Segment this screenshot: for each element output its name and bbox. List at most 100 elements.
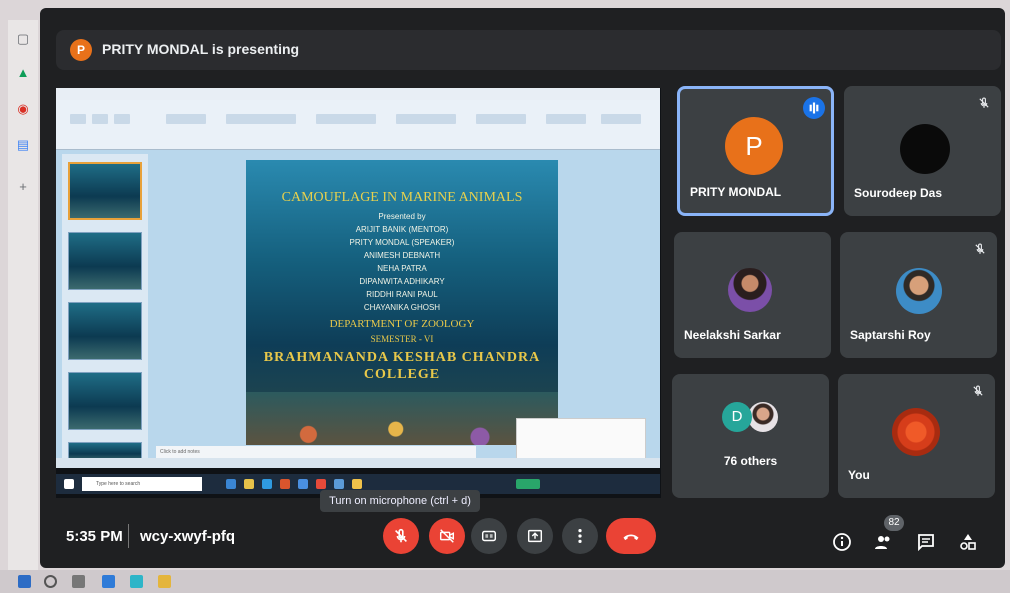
presenting-banner: P PRITY MONDAL is presenting [56, 30, 1001, 70]
slide-line: NEHA PATRA [377, 264, 427, 273]
slide-line: ANIMESH DEBNATH [363, 251, 441, 260]
captions-icon [481, 530, 497, 542]
participant-avatar: P [725, 117, 783, 175]
tab-icon[interactable]: ▢ [16, 32, 30, 46]
ribbon-button [601, 114, 641, 124]
windows-start-icon[interactable] [18, 575, 31, 588]
ribbon-button [92, 114, 108, 124]
chat-icon[interactable] [916, 532, 936, 552]
task-view-icon[interactable] [72, 575, 85, 588]
camera-button[interactable] [429, 518, 465, 554]
notes-pane[interactable]: Click to add notes [156, 446, 476, 458]
camera-off-icon [439, 529, 455, 543]
browser-sidebar: ▢ ▲ ◉ ▤ + [8, 20, 38, 580]
activities-icon[interactable] [958, 532, 978, 552]
slide-thumbnail[interactable] [68, 162, 142, 220]
participant-avatar [896, 268, 942, 314]
slide-line: CHAYANIKA GHOSH [363, 303, 441, 312]
app-icon [262, 479, 272, 489]
mic-tooltip: Turn on microphone (ctrl + d) [320, 490, 480, 512]
add-icon[interactable]: + [16, 180, 30, 194]
participant-avatar [900, 124, 950, 174]
participant-tile[interactable]: Sourodeep Das [844, 86, 1001, 216]
powerpoint-window: CAMOUFLAGE IN MARINE ANIMALS Presented b… [56, 88, 660, 468]
captions-button[interactable] [471, 518, 507, 554]
participant-name: You [848, 468, 870, 482]
hang-up-icon [623, 534, 639, 541]
participant-tile[interactable]: Saptarshi Roy [840, 232, 997, 358]
app-icon [316, 479, 326, 489]
ppt-ribbon [56, 100, 660, 150]
slide-thumbnail[interactable] [68, 232, 142, 290]
windows-taskbar [0, 570, 1010, 593]
folder-icon [244, 479, 254, 489]
slide-department: DEPARTMENT OF ZOOLOGY [329, 318, 475, 330]
chrome-icon [334, 479, 344, 489]
slide-college: COLLEGE [363, 367, 441, 382]
leave-call-button[interactable] [606, 518, 656, 554]
app-icon[interactable] [130, 575, 143, 588]
participant-name: Saptarshi Roy [850, 328, 931, 342]
slide-canvas: CAMOUFLAGE IN MARINE ANIMALS Presented b… [246, 160, 558, 445]
microphone-button[interactable] [383, 518, 419, 554]
powerpoint-icon [280, 479, 290, 489]
mic-off-icon [973, 385, 983, 396]
mic-off-icon [395, 528, 407, 543]
edge-icon[interactable] [102, 575, 115, 588]
windows-icon [64, 479, 74, 489]
present-button[interactable] [517, 518, 553, 554]
participant-name: PRITY MONDAL [690, 185, 782, 199]
participant-avatar [728, 268, 772, 312]
slide-semester: SEMESTER - VI [370, 334, 434, 344]
slide-college: BRAHMANANDA KESHAB CHANDRA [263, 350, 541, 365]
app-icon [226, 479, 236, 489]
participant-tile[interactable]: D 76 others [672, 374, 829, 498]
slide-line: RIDDHI RANI PAUL [366, 290, 438, 299]
mic-off-icon [975, 243, 985, 254]
meeting-code: wcy-xwyf-pfq [140, 528, 236, 545]
people-count-badge: 82 [884, 515, 904, 531]
participant-avatar [892, 408, 940, 456]
participant-name: Sourodeep Das [854, 186, 943, 200]
app-icon [298, 479, 308, 489]
ribbon-button [70, 114, 86, 124]
ribbon-button [226, 114, 296, 124]
meeting-info-icon[interactable] [832, 532, 852, 552]
ribbon-button [396, 114, 456, 124]
slide-line: Presented by [378, 212, 426, 221]
participant-avatar [748, 402, 778, 432]
presenter-avatar: P [70, 39, 92, 61]
people-icon[interactable] [873, 532, 893, 552]
participant-tile[interactable]: Neelakshi Sarkar [674, 232, 831, 358]
slide-line: DIPANWITA ADHIKARY [359, 277, 445, 286]
participant-tile[interactable]: P PRITY MONDAL [677, 86, 834, 216]
speaking-icon [803, 97, 825, 119]
mic-off-icon [979, 97, 989, 108]
drive-icon[interactable]: ▲ [16, 66, 30, 80]
participant-avatar: D [722, 402, 752, 432]
app-icon [352, 479, 362, 489]
ppt-titlebar [56, 88, 660, 100]
more-vert-icon [578, 528, 582, 544]
more-options-button[interactable] [562, 518, 598, 554]
shared-search-box: Type here to search [82, 477, 202, 491]
present-icon [527, 529, 543, 543]
participant-tile[interactable]: You [838, 374, 995, 498]
ribbon-button [476, 114, 526, 124]
docs-icon[interactable]: ▤ [16, 138, 30, 152]
slide-thumbnail[interactable] [68, 372, 142, 430]
others-count: 76 others [723, 454, 778, 468]
record-icon[interactable]: ◉ [16, 102, 30, 116]
search-icon[interactable] [44, 575, 57, 588]
slide-line: ARIJIT BANIK (MENTOR) [355, 225, 449, 234]
coral-reef-image [246, 392, 558, 445]
ppt-statusbar [56, 458, 660, 468]
folder-icon[interactable] [158, 575, 171, 588]
presenting-text: PRITY MONDAL is presenting [102, 41, 300, 57]
slide-title: CAMOUFLAGE IN MARINE ANIMALS [281, 190, 523, 205]
slide-line: PRITY MONDAL (SPEAKER) [349, 238, 455, 247]
ribbon-button [166, 114, 206, 124]
slide-thumbnail[interactable] [68, 302, 142, 360]
slide-thumbnails [62, 154, 148, 464]
ribbon-button [114, 114, 130, 124]
